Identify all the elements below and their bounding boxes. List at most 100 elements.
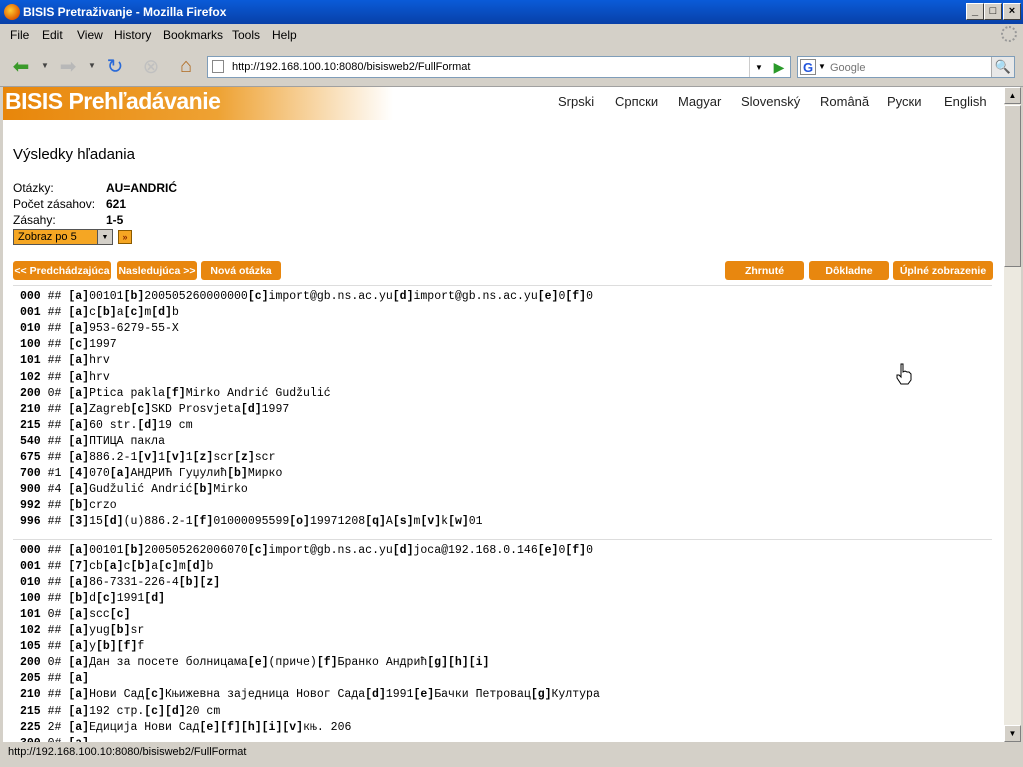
marc-field-indicators: ## <box>47 559 62 573</box>
page-icon <box>212 60 224 73</box>
url-dropdown-icon[interactable]: ▼ <box>749 57 768 77</box>
url-bar[interactable]: ▼ ▶ <box>207 56 791 78</box>
marc-field-indicators: ## <box>47 306 62 320</box>
marc-field-tag: 900 <box>20 483 41 497</box>
menu-edit[interactable]: Edit <box>42 28 63 42</box>
window-title-bar[interactable]: BISIS Pretraživanje - Mozilla Firefox _ … <box>0 0 1023 24</box>
scroll-up-arrow-icon[interactable]: ▲ <box>1004 87 1021 104</box>
marc-field-line: 996 ## [3]15[d](u)886.2-1[f]01000095599[… <box>20 515 483 531</box>
back-arrow-icon[interactable]: ⬅ <box>8 54 34 78</box>
marc-field-indicators: ## <box>47 624 62 637</box>
marc-field-line: 001 ## [a]c[b]a[c]m[d]b <box>20 306 179 322</box>
info-label: Otázky: <box>13 181 54 195</box>
marc-field-tag: 675 <box>20 451 41 464</box>
menu-help[interactable]: Help <box>272 28 297 42</box>
forward-arrow-icon[interactable]: ➡ <box>55 54 81 78</box>
marc-field-content: [a]scc[c] <box>68 607 131 621</box>
lang-link-srpski-cyrillic[interactable]: Српски <box>615 94 658 109</box>
menu-view[interactable]: View <box>77 28 103 42</box>
lang-link-english[interactable]: English <box>944 94 987 109</box>
marc-field-content: [b]d[c]1991[d] <box>68 591 166 605</box>
minimize-button[interactable]: _ <box>966 3 984 20</box>
marc-field-line: 200 0# [a]Дан за посете болницама[e](при… <box>20 656 489 672</box>
lang-link-srpski[interactable]: Srpski <box>558 94 594 109</box>
marc-field-indicators: ## <box>47 451 62 464</box>
marc-field-line: 000 ## [a]00101[b]200505260000000[c]impo… <box>20 290 593 306</box>
marc-field-tag: 700 <box>20 467 41 481</box>
marc-field-content: [a]hrv <box>68 354 110 368</box>
url-input[interactable] <box>230 58 734 76</box>
lang-link-romana[interactable]: Română <box>820 94 869 109</box>
reload-icon[interactable]: ↻ <box>102 54 128 78</box>
search-input[interactable] <box>828 59 982 76</box>
full-view-button[interactable]: Úplné zobrazenie <box>893 261 993 280</box>
marc-field-content: [a]00101[b]200505260000000[c]import@gb.n… <box>68 290 593 303</box>
marc-field-content: [7]cb[a]c[b]a[c]m[d]b <box>68 559 214 573</box>
menu-bookmarks[interactable]: Bookmarks <box>163 28 223 42</box>
marc-field-line: 000 ## [a]00101[b]200505262006070[c]impo… <box>20 544 593 560</box>
marc-field-content: [a]y[b][f]f <box>68 640 145 654</box>
search-bar[interactable]: G ▼ 🔍 <box>797 56 1015 78</box>
scroll-down-arrow-icon[interactable]: ▼ <box>1004 725 1021 742</box>
lang-link-slovensky[interactable]: Slovenský <box>741 94 800 109</box>
menu-file[interactable]: File <box>10 28 29 42</box>
marc-field-indicators: ## <box>47 543 62 557</box>
menu-history[interactable]: History <box>114 28 151 42</box>
marc-field-line: 100 ## [c]1997 <box>20 338 117 354</box>
marc-field-tag: 205 <box>20 672 41 686</box>
page-content: BISIS Prehľadávanie Srpski Српски Magyar… <box>3 87 1004 742</box>
marc-field-line: 001 ## [7]cb[a]c[b]a[c]m[d]b <box>20 560 213 576</box>
marc-field-line: 215 ## [a]60 str.[d]19 cm <box>20 419 193 435</box>
page-size-select[interactable]: Zobraz po 5 ▼ <box>13 229 113 245</box>
marc-field-tag: 101 <box>20 607 41 621</box>
select-dropdown-icon[interactable]: ▼ <box>97 230 112 244</box>
marc-field-indicators: 2# <box>47 720 62 734</box>
marc-field-line: 102 ## [a]yug[b]sr <box>20 624 144 640</box>
marc-field-content: [a]ПТИЦА пакла <box>68 434 165 448</box>
google-engine-icon[interactable]: G <box>800 59 816 75</box>
marc-field-line: 210 ## [a]Zagreb[c]SKD Prosvjeta[d]1997 <box>20 403 289 419</box>
scrollbar-thumb[interactable] <box>1004 105 1021 267</box>
marc-field-indicators: ## <box>47 640 62 654</box>
search-engine-dropdown-icon[interactable]: ▼ <box>818 62 826 71</box>
summary-view-button[interactable]: Zhrnuté <box>725 261 804 280</box>
maximize-button[interactable]: □ <box>984 3 1002 20</box>
close-button[interactable]: × <box>1003 3 1021 20</box>
marc-field-tag: 200 <box>20 656 41 670</box>
window-title: BISIS Pretraživanje - Mozilla Firefox <box>23 5 227 19</box>
status-bar: http://192.168.100.10:8080/bisisweb2/Ful… <box>0 742 1023 767</box>
forward-history-dropdown-icon[interactable]: ▼ <box>88 61 96 70</box>
marc-field-content: [a]86-7331-226-4[b][z] <box>68 575 221 589</box>
marc-field-indicators: ## <box>47 338 62 352</box>
vertical-scrollbar[interactable]: ▲ ▼ <box>1004 87 1021 742</box>
marc-field-line: 900 #4 [a]Gudžulić Andrić[b]Mirko <box>20 483 248 499</box>
previous-button[interactable]: << Predchádzajúca <box>13 261 111 280</box>
lang-link-ruski[interactable]: Руски <box>887 94 921 109</box>
marc-field-tag: 210 <box>20 688 41 702</box>
marc-field-content: [a]Едиција Нови Сад[e][f][h][i][v]књ. 20… <box>68 720 352 734</box>
marc-field-indicators: ## <box>47 704 62 718</box>
apply-page-size-icon[interactable]: » <box>118 230 132 244</box>
go-arrow-icon[interactable]: ▶ <box>770 58 788 76</box>
next-button[interactable]: Nasledujúca >> <box>117 261 197 280</box>
marc-field-tag: 105 <box>20 640 41 654</box>
back-history-dropdown-icon[interactable]: ▼ <box>41 61 49 70</box>
marc-field-tag: 215 <box>20 704 41 718</box>
marc-field-tag: 996 <box>20 515 41 529</box>
detailed-view-button[interactable]: Dôkladne <box>809 261 889 280</box>
marc-field-indicators: ## <box>47 370 62 384</box>
marc-field-line: 215 ## [a]192 стр.[c][d]20 cm <box>20 705 220 721</box>
marc-field-line: 101 0# [a]scc[c] <box>20 608 131 624</box>
search-magnifier-icon[interactable]: 🔍 <box>991 57 1014 77</box>
marc-field-tag: 001 <box>20 306 41 320</box>
marc-field-line: 102 ## [a]hrv <box>20 371 110 387</box>
lang-link-magyar[interactable]: Magyar <box>678 94 721 109</box>
marc-field-content: [a]60 str.[d]19 cm <box>68 418 193 432</box>
menu-tools[interactable]: Tools <box>232 28 260 42</box>
info-value: AU=ANDRIĆ <box>106 181 178 195</box>
marc-field-content: [a] <box>68 672 90 686</box>
stop-icon[interactable]: ⊗ <box>138 54 164 78</box>
home-icon[interactable]: ⌂ <box>173 54 199 78</box>
marc-field-line: 700 #1 [4]070[a]АНДРИЋ Гуџулић[b]Мирко <box>20 467 282 483</box>
new-query-button[interactable]: Nová otázka <box>201 261 281 280</box>
